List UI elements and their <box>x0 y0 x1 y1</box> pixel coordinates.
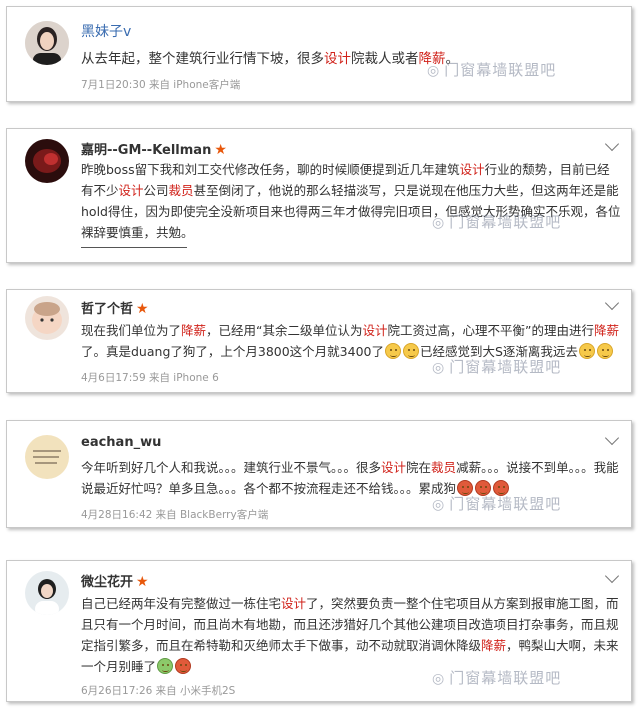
wechat-icon: ◎ <box>432 671 446 687</box>
keyword-highlight[interactable]: 设计 <box>363 323 388 338</box>
avatar[interactable] <box>25 296 69 340</box>
verified-badge: v <box>123 24 132 40</box>
wechat-icon: ◎ <box>427 63 441 79</box>
watermark: ◎ 门窗幕墙联盟吧 <box>427 59 556 80</box>
username[interactable]: 哲了个哲 ★ <box>81 298 149 317</box>
username-text[interactable]: 哲了个哲 <box>81 302 133 317</box>
avatar[interactable] <box>25 435 69 479</box>
emoji-icon <box>175 658 192 674</box>
watermark-text: 门窗幕墙联盟吧 <box>449 495 562 513</box>
text-segment: 公司 <box>143 183 169 198</box>
wechat-icon: ◎ <box>432 215 446 231</box>
text-segment: 昨晚boss留下我和刘工交代修改任务，聊的时候顺便提到近几年建筑 <box>81 162 460 177</box>
emoji-icon <box>596 343 613 359</box>
keyword-highlight[interactable]: 降薪 <box>181 323 206 338</box>
wechat-icon: ◎ <box>432 360 446 376</box>
post-text: 自己已经两年没有完整做过一栋住宅设计了，突然要负责一整个住宅项目从方案到报审施工… <box>81 593 621 677</box>
username[interactable]: eachan_wu <box>81 435 161 450</box>
emoji-icon <box>578 343 595 359</box>
divider <box>81 247 187 248</box>
chevron-down-icon[interactable] <box>604 430 620 446</box>
avatar[interactable] <box>25 571 69 615</box>
post-meta[interactable]: 7月1日20:30 来自 iPhone客户端 <box>81 77 240 92</box>
avatar-text-icon <box>25 435 69 479</box>
keyword-highlight[interactable]: 设计 <box>281 596 306 611</box>
username-text[interactable]: eachan_wu <box>81 435 161 450</box>
member-star-icon: ★ <box>136 301 149 317</box>
watermark: ◎ 门窗幕墙联盟吧 <box>432 493 561 514</box>
keyword-highlight[interactable]: 设计 <box>119 183 144 198</box>
watermark-text: 门窗幕墙联盟吧 <box>444 61 557 79</box>
post-card: eachan_wu 今年听到好几个人和我说。。。建筑行业不景气。。。很多设计院在… <box>6 420 632 528</box>
keyword-highlight[interactable]: 降薪 <box>594 323 619 338</box>
emoji-icon <box>385 343 401 359</box>
username-text[interactable]: 微尘花开 <box>81 575 133 590</box>
keyword-highlight[interactable]: 裁员 <box>431 460 456 475</box>
avatar[interactable] <box>25 21 69 65</box>
post-card: 嘉明--GM--Kellman ★ 昨晚boss留下我和刘工交代修改任务，聊的时候… <box>6 128 632 263</box>
avatar[interactable] <box>25 139 69 183</box>
text-segment: 现在我们单位为了 <box>81 323 182 338</box>
post-card: 哲了个哲 ★ 现在我们单位为了降薪，已经用“其余二级单位认为设计院工资过高，心理不… <box>6 289 632 393</box>
username[interactable]: 黑妹子v <box>81 21 131 41</box>
username[interactable]: 嘉明--GM--Kellman ★ <box>81 139 227 158</box>
text-segment: 自己已经两年没有完整做过一栋住宅 <box>81 596 282 611</box>
keyword-highlight[interactable]: 设计 <box>324 51 351 67</box>
chevron-down-icon[interactable] <box>604 568 620 584</box>
watermark: ◎ 门窗幕墙联盟吧 <box>432 211 561 232</box>
chevron-down-icon[interactable] <box>604 136 620 152</box>
text-segment: 今年听到好几个人和我说。。。建筑行业不景气。。。很多 <box>81 460 382 475</box>
text-segment: 院在 <box>406 460 432 475</box>
text-segment: 院工资过高，心理不平衡”的理由进行 <box>387 323 595 338</box>
watermark: ◎ 门窗幕墙联盟吧 <box>432 356 561 377</box>
post-meta[interactable]: 6月26日17:26 来自 小米手机2S <box>81 683 235 698</box>
emoji-icon <box>403 343 419 359</box>
post-meta[interactable]: 4月6日17:59 来自 iPhone 6 <box>81 370 219 385</box>
chevron-down-icon[interactable] <box>604 295 620 311</box>
text-segment: 了。真是duang了狗了，上个月3800这个月就3400了 <box>81 344 384 359</box>
post-card: 微尘花开 ★ 自己已经两年没有完整做过一栋住宅设计了，突然要负责一整个住宅项目从方… <box>6 560 632 702</box>
avatar-portrait-icon <box>25 571 69 615</box>
keyword-highlight[interactable]: 裁员 <box>169 183 194 198</box>
text-segment: 从去年起，整个建筑行业行情下坡，很多 <box>81 51 324 67</box>
watermark-text: 门窗幕墙联盟吧 <box>449 358 562 376</box>
member-star-icon: ★ <box>214 142 227 158</box>
watermark: ◎ 门窗幕墙联盟吧 <box>432 667 561 688</box>
username-text[interactable]: 嘉明--GM--Kellman <box>81 143 211 158</box>
username[interactable]: 微尘花开 ★ <box>81 571 149 590</box>
text-segment: 院裁人或者 <box>351 51 419 67</box>
wechat-icon: ◎ <box>432 497 446 513</box>
keyword-highlight[interactable]: 设计 <box>381 460 406 475</box>
keyword-highlight[interactable]: 降薪 <box>481 638 506 653</box>
watermark-text: 门窗幕墙联盟吧 <box>449 669 562 687</box>
text-segment: ，已经用“其余二级单位认为 <box>206 323 363 338</box>
post-card: 黑妹子v 从去年起，整个建筑行业行情下坡，很多设计院裁人或者降薪。 7月1日20… <box>6 6 632 102</box>
avatar-dark-icon <box>25 139 69 183</box>
emoji-icon <box>157 658 174 674</box>
post-meta[interactable]: 4月28日16:42 来自 BlackBerry客户端 <box>81 507 268 522</box>
member-star-icon: ★ <box>136 574 149 590</box>
avatar-portrait-icon <box>25 21 69 65</box>
keyword-highlight[interactable]: 设计 <box>460 162 485 177</box>
avatar-baby-icon <box>25 296 69 340</box>
watermark-text: 门窗幕墙联盟吧 <box>449 213 562 231</box>
username-text[interactable]: 黑妹子 <box>81 24 123 40</box>
